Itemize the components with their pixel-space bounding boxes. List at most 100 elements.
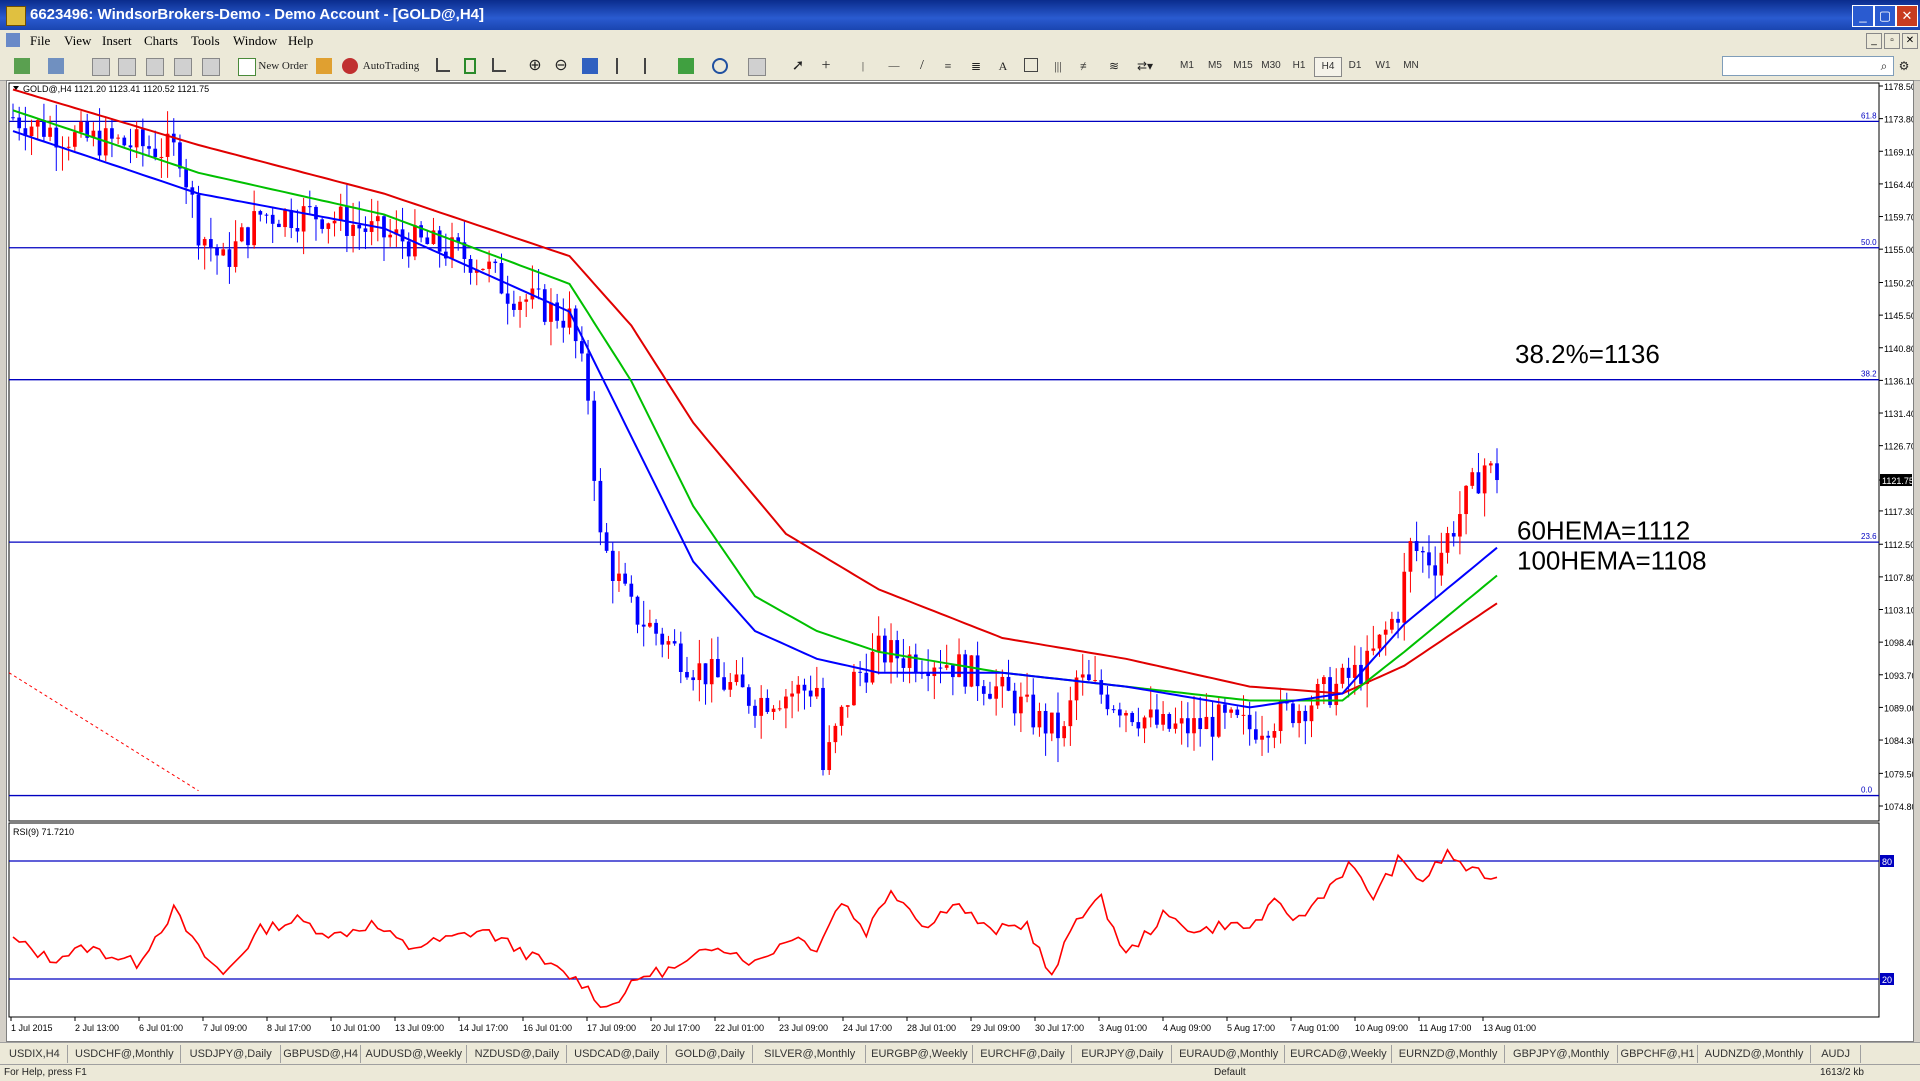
chart-tab[interactable]: NZDUSD@,Daily xyxy=(468,1045,567,1063)
zoom-out-icon[interactable]: ⊖ xyxy=(552,56,570,76)
menu-tools[interactable]: Tools xyxy=(191,33,220,49)
timeframe-h4[interactable]: H4 xyxy=(1314,57,1342,77)
rsi-plot-area[interactable] xyxy=(8,822,1880,1018)
candle-body xyxy=(1043,710,1048,734)
mdi-minimize-button[interactable]: _ xyxy=(1866,33,1882,49)
data-window-icon[interactable] xyxy=(118,58,136,76)
fib-arcs-icon[interactable]: ≋ xyxy=(1106,56,1122,76)
terminal-icon[interactable] xyxy=(174,58,192,76)
chart-tab[interactable]: USDCAD@,Daily xyxy=(568,1045,667,1063)
time-tick-label: 2 Jul 13:00 xyxy=(75,1023,119,1033)
text-label-icon[interactable] xyxy=(1024,58,1038,72)
timeframe-w1[interactable]: W1 xyxy=(1370,57,1396,75)
chart-tab[interactable]: EURNZD@,Monthly xyxy=(1393,1045,1505,1063)
chart-tab[interactable]: USDIX,H4 xyxy=(2,1045,68,1063)
profiles-icon[interactable] xyxy=(48,58,64,74)
candle-body xyxy=(814,687,819,697)
chart-tab[interactable]: GBPJPY@,Monthly xyxy=(1506,1045,1618,1063)
metaeditor-icon[interactable] xyxy=(316,58,332,74)
candle-body xyxy=(233,241,238,267)
candle-body xyxy=(29,126,34,137)
chart-tab[interactable]: EURCAD@,Weekly xyxy=(1286,1045,1392,1063)
autotrading-button[interactable]: AutoTrading xyxy=(362,56,420,76)
indicators-icon[interactable] xyxy=(678,58,694,74)
crosshair-icon[interactable]: + xyxy=(818,56,834,76)
bar-chart-icon[interactable] xyxy=(436,58,450,72)
horizontal-line-icon[interactable]: — xyxy=(886,56,902,76)
vertical-line-icon[interactable]: | xyxy=(858,56,868,76)
candle-body xyxy=(1204,716,1209,730)
line-chart-icon[interactable] xyxy=(492,58,506,72)
autotrading-icon[interactable] xyxy=(342,58,358,74)
timeframe-m30[interactable]: M30 xyxy=(1258,57,1284,75)
chart-tab[interactable]: EURJPY@,Daily xyxy=(1073,1045,1173,1063)
chart-shift-icon[interactable] xyxy=(616,58,630,74)
tile-windows-icon[interactable] xyxy=(582,58,598,74)
timeframe-m15[interactable]: M15 xyxy=(1230,57,1256,75)
trendline-icon[interactable]: / xyxy=(914,56,930,76)
menu-charts[interactable]: Charts xyxy=(144,33,178,49)
chart-tab[interactable]: AUDNZD@,Monthly xyxy=(1699,1045,1811,1063)
timeframe-mn[interactable]: MN xyxy=(1398,57,1424,75)
minimize-button[interactable]: _ xyxy=(1852,5,1874,27)
chart-tab[interactable]: EURAUD@,Monthly xyxy=(1173,1045,1286,1063)
candlestick-icon[interactable] xyxy=(464,58,476,74)
close-button[interactable]: ✕ xyxy=(1896,5,1918,27)
mdi-restore-button[interactable]: ▫ xyxy=(1884,33,1900,49)
fib-fan-icon[interactable]: ≢ xyxy=(1078,56,1094,76)
timeframe-m5[interactable]: M5 xyxy=(1202,57,1228,75)
chart-tab[interactable]: GBPUSD@,H4 xyxy=(282,1045,361,1063)
chart-tab[interactable]: SILVER@,Monthly xyxy=(754,1045,867,1063)
time-tick-label: 6 Jul 01:00 xyxy=(139,1023,183,1033)
new-order-icon[interactable] xyxy=(238,58,256,76)
arrows-icon[interactable]: ⇄▾ xyxy=(1134,56,1156,76)
candle-body xyxy=(1173,723,1178,729)
time-tick-label: 30 Jul 17:00 xyxy=(1035,1023,1084,1033)
maximize-button[interactable]: ▢ xyxy=(1874,5,1896,27)
templates-icon[interactable] xyxy=(748,58,766,76)
mdi-close-button[interactable]: ✕ xyxy=(1902,33,1918,49)
rsi-header: RSI(9) 71.7210 xyxy=(13,827,74,837)
settings-icon[interactable]: ⚙ xyxy=(1896,56,1912,76)
candle-body xyxy=(301,206,306,232)
timeframe-h1[interactable]: H1 xyxy=(1286,57,1312,75)
market-watch-icon[interactable] xyxy=(92,58,110,76)
window-title: 6623496: WindsorBrokers-Demo - Demo Acco… xyxy=(30,6,485,23)
periods-icon[interactable] xyxy=(712,58,728,74)
candle-body xyxy=(771,708,776,712)
search-input[interactable] xyxy=(1722,56,1894,76)
menu-insert[interactable]: Insert xyxy=(102,33,132,49)
menu-help[interactable]: Help xyxy=(288,33,313,49)
time-tick-label: 5 Aug 17:00 xyxy=(1227,1023,1275,1033)
chart-tab[interactable]: USDCHF@,Monthly xyxy=(69,1045,181,1063)
fibonacci-icon[interactable]: ≣ xyxy=(968,56,984,76)
navigator-icon[interactable] xyxy=(146,58,164,76)
new-chart-icon[interactable] xyxy=(14,58,30,74)
chart-canvas[interactable]: 1178.50 1173.80 1169.10 1164.40 1159.70 1155.… xyxy=(7,81,1917,1041)
chart-tab[interactable]: USDJPY@,Daily xyxy=(182,1045,281,1063)
text-tool-icon[interactable]: A xyxy=(996,56,1010,76)
cursor-icon[interactable]: ➚ xyxy=(790,56,806,76)
timeframe-d1[interactable]: D1 xyxy=(1342,57,1368,75)
menu-file[interactable]: File xyxy=(30,33,50,49)
strategy-tester-icon[interactable] xyxy=(202,58,220,76)
chart-tab[interactable]: EURGBP@,Weekly xyxy=(867,1045,973,1063)
autoscroll-icon[interactable] xyxy=(644,58,658,74)
chart-tab[interactable]: EURCHF@,Daily xyxy=(974,1045,1073,1063)
search-icon[interactable]: ⌕ xyxy=(1876,56,1892,76)
candle-body xyxy=(178,142,182,169)
chart-window[interactable]: 1178.50 1173.80 1169.10 1164.40 1159.70 1155.… xyxy=(6,80,1917,1042)
chart-tab[interactable]: GBPCHF@,H1 xyxy=(1619,1045,1698,1063)
menu-window[interactable]: Window xyxy=(233,33,277,49)
candle-body xyxy=(511,303,516,310)
chart-tab[interactable]: AUDUSD@,Weekly xyxy=(362,1045,467,1063)
time-tick-label: 22 Jul 01:00 xyxy=(715,1023,764,1033)
timeframe-m1[interactable]: M1 xyxy=(1174,57,1200,75)
new-order-button[interactable]: New Order xyxy=(258,56,308,76)
chart-tab[interactable]: AUDJ xyxy=(1812,1045,1861,1063)
zoom-in-icon[interactable]: ⊕ xyxy=(526,56,544,76)
chart-tab[interactable]: GOLD@,Daily xyxy=(668,1045,754,1063)
menu-view[interactable]: View xyxy=(64,33,91,49)
equidistant-channel-icon[interactable]: ≡ xyxy=(940,56,956,76)
gann-fan-icon[interactable]: ||| xyxy=(1050,56,1066,76)
